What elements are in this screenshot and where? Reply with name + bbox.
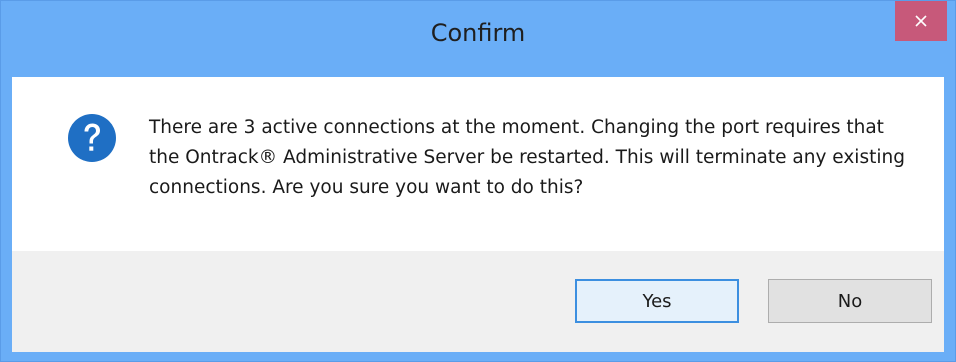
question-icon: [68, 114, 116, 162]
close-button[interactable]: [895, 1, 947, 41]
close-icon: [915, 15, 927, 27]
dialog-content: There are 3 active connections at the mo…: [12, 77, 944, 251]
button-bar: Yes No: [12, 251, 944, 352]
dialog-title: Confirm: [430, 19, 526, 47]
title-bar[interactable]: Confirm: [1, 1, 955, 77]
confirm-dialog: Confirm There are 3 active connections a…: [0, 0, 956, 362]
dialog-message: There are 3 active connections at the mo…: [149, 117, 905, 198]
no-button[interactable]: No: [768, 279, 932, 323]
yes-button[interactable]: Yes: [575, 279, 739, 323]
